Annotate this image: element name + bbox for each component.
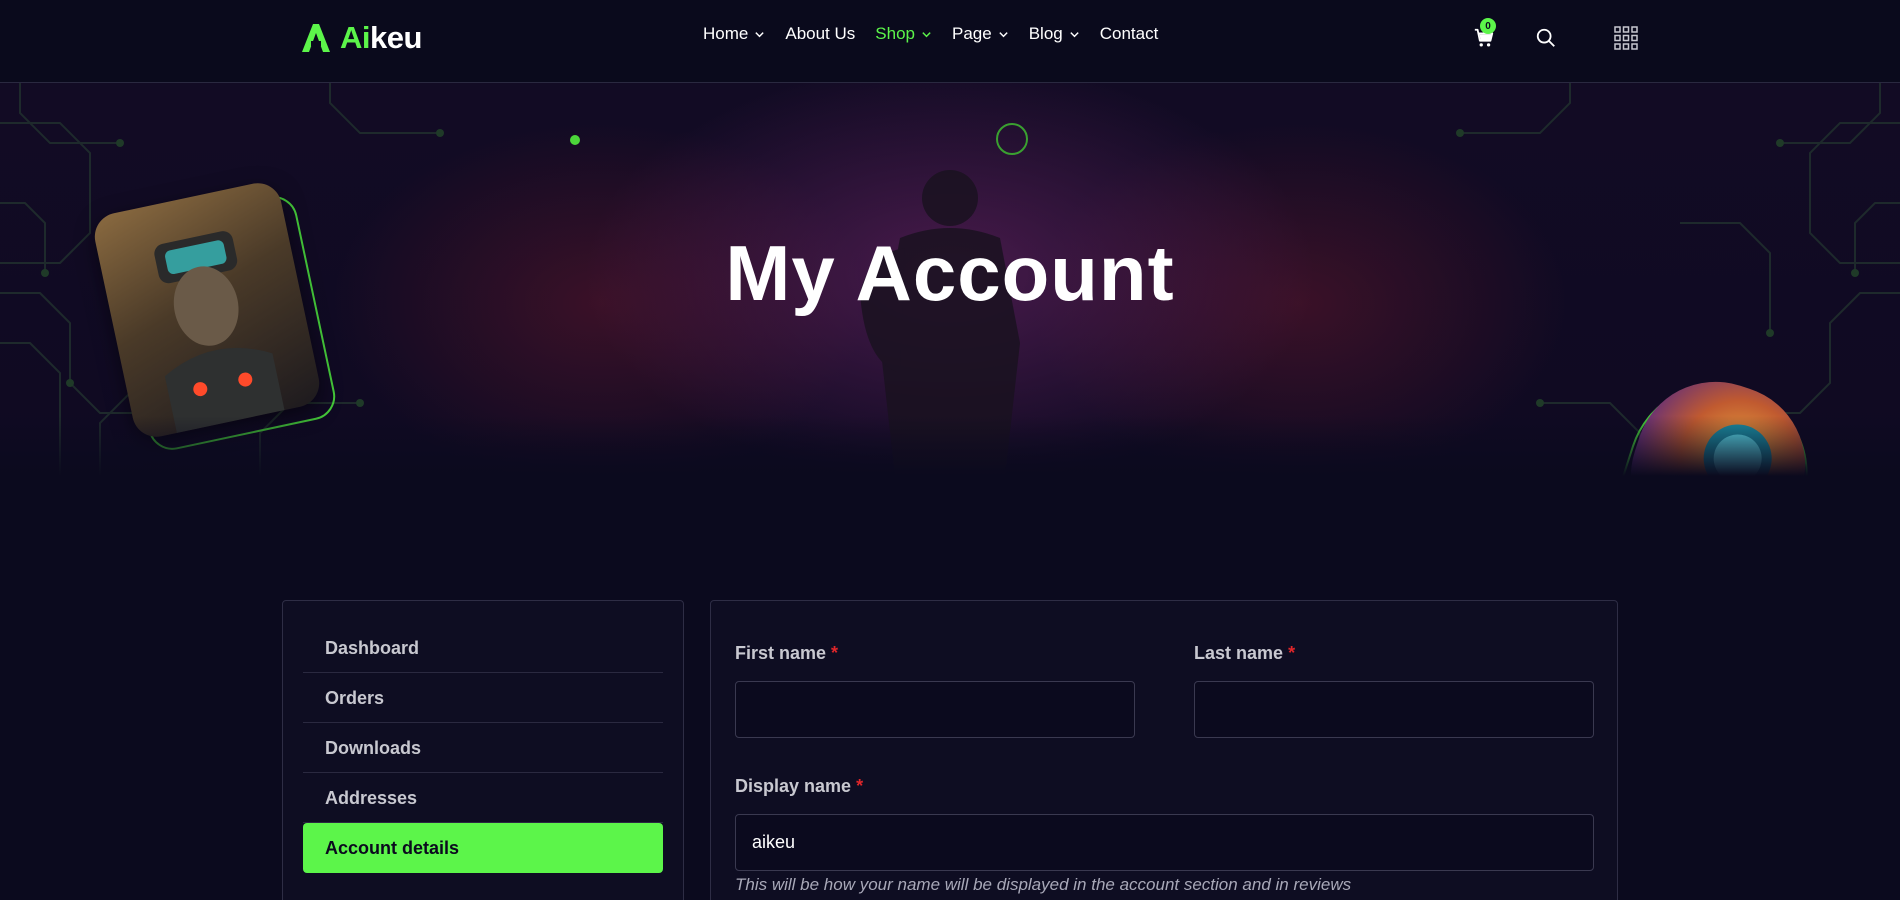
- account-nav-account-details[interactable]: Account details: [303, 823, 663, 873]
- chevron-down-icon: [999, 31, 1008, 37]
- account-nav-addresses[interactable]: Addresses: [303, 773, 663, 823]
- nav-label: About Us: [785, 24, 856, 43]
- search-icon: [1536, 28, 1555, 47]
- required-marker: *: [1288, 643, 1296, 663]
- nav-item-shop[interactable]: Shop: [875, 24, 932, 44]
- nav-label: Blog: [1028, 24, 1063, 43]
- account-details-form: First name * Last name * Display name * …: [710, 600, 1618, 900]
- display-name-label: Display name *: [735, 776, 864, 796]
- nav-item-home[interactable]: Home: [703, 24, 765, 44]
- nav-item-about[interactable]: About Us: [785, 24, 855, 44]
- first-name-input[interactable]: [735, 681, 1135, 738]
- nav-label: Shop: [875, 24, 915, 43]
- logo-mark-icon: [302, 24, 330, 52]
- account-nav-orders[interactable]: Orders: [303, 673, 663, 723]
- cart-button[interactable]: 0: [1468, 18, 1500, 54]
- header-actions: 0: [1468, 18, 1642, 54]
- menu-grid-button[interactable]: [1610, 22, 1642, 54]
- site-logo[interactable]: Aikeu: [300, 20, 422, 56]
- last-name-label: Last name *: [1194, 643, 1296, 663]
- last-name-input[interactable]: [1194, 681, 1594, 738]
- logo-text: Aikeu: [340, 20, 422, 55]
- nav-item-contact[interactable]: Contact: [1100, 24, 1159, 44]
- account-navigation: Dashboard Orders Downloads Addresses Acc…: [282, 600, 684, 900]
- cart-count-badge: 0: [1480, 18, 1496, 34]
- required-marker: *: [831, 643, 839, 663]
- decorative-dot: [570, 135, 580, 145]
- nav-label: Contact: [1099, 24, 1159, 43]
- display-name-help-text: This will be how your name will be displ…: [735, 875, 1352, 894]
- decorative-ring: [996, 123, 1028, 155]
- account-nav-dashboard[interactable]: Dashboard: [303, 623, 663, 673]
- display-name-input[interactable]: [735, 814, 1594, 871]
- hero-fade: [0, 416, 1900, 476]
- nav-label: Home: [703, 24, 749, 43]
- chevron-down-icon: [1070, 31, 1079, 37]
- required-marker: *: [856, 776, 864, 796]
- page-hero: My Account: [0, 83, 1900, 476]
- nav-item-blog[interactable]: Blog: [1029, 24, 1080, 44]
- search-button[interactable]: [1530, 22, 1562, 54]
- nav-label: Page: [952, 24, 992, 43]
- site-header: Aikeu Home About Us Shop Page Blog Conta…: [0, 0, 1900, 83]
- chevron-down-icon: [755, 31, 765, 37]
- nav-item-page[interactable]: Page: [952, 24, 1009, 44]
- main-nav: Home About Us Shop Page Blog Contact: [703, 24, 1158, 44]
- first-name-label: First name *: [735, 643, 839, 663]
- account-nav-downloads[interactable]: Downloads: [303, 723, 663, 773]
- chevron-down-icon: [922, 31, 931, 37]
- grid-menu-icon: [1614, 26, 1638, 50]
